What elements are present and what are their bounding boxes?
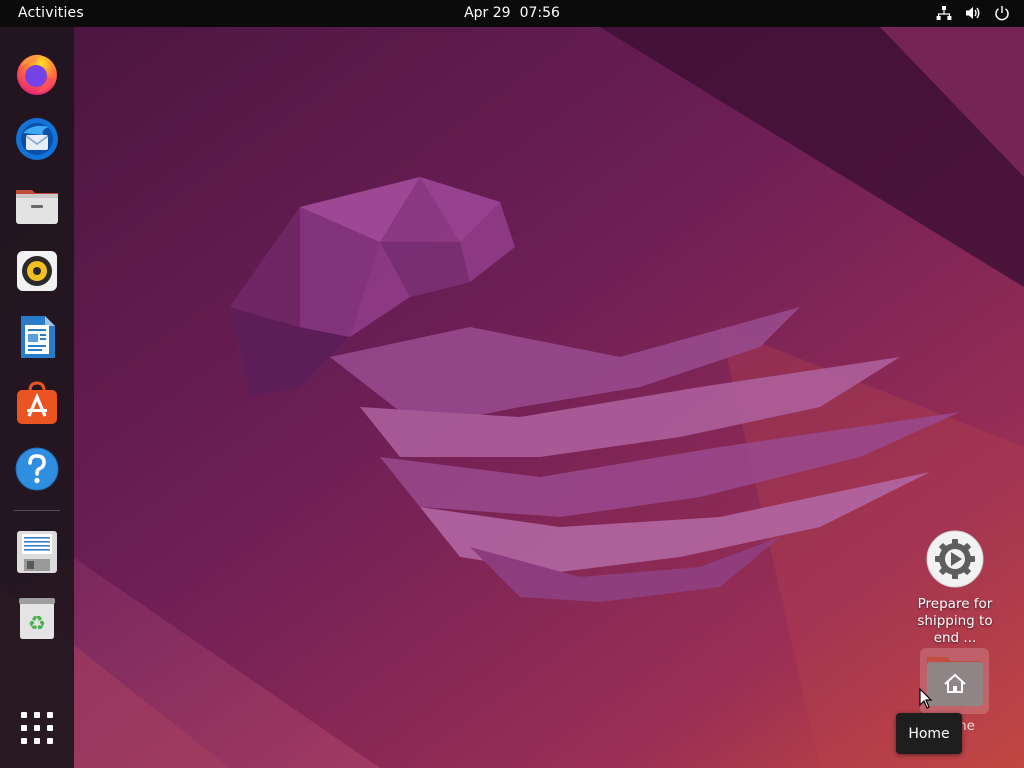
tooltip: Home — [896, 713, 962, 754]
top-bar: Activities Apr 29 07:56 — [0, 0, 1024, 27]
power-icon[interactable] — [994, 5, 1010, 21]
trash-icon: ♻ — [19, 598, 55, 639]
dock-item-thunderbird[interactable] — [13, 115, 61, 163]
network-icon[interactable] — [936, 5, 952, 21]
writer-icon — [21, 316, 55, 358]
desktop-icon-prepare-shipping[interactable]: Prepare for shipping to end ... — [905, 530, 1005, 647]
floppy-icon — [17, 531, 57, 573]
clock-time: 07:56 — [519, 5, 560, 21]
mouse-pointer-icon — [919, 688, 933, 709]
firefox-icon — [17, 54, 57, 95]
dock-item-files[interactable] — [13, 181, 61, 229]
clock-date: Apr 29 — [464, 5, 511, 21]
tooltip-text: Home — [908, 725, 950, 742]
settings-gear-play-icon — [926, 530, 984, 588]
dock-item-software[interactable] — [13, 379, 61, 427]
dock-separator — [14, 510, 60, 511]
dock-item-rhythmbox[interactable] — [13, 247, 61, 295]
clock[interactable]: Apr 29 07:56 — [0, 5, 1024, 21]
rhythmbox-icon — [17, 251, 57, 291]
files-icon — [16, 190, 58, 224]
dock-item-show-applications[interactable] — [13, 704, 61, 752]
dock-item-installer[interactable] — [13, 528, 61, 576]
dock-item-firefox[interactable] — [13, 49, 61, 97]
desktop-wallpaper — [0, 27, 1024, 768]
system-tray[interactable] — [936, 5, 1010, 21]
software-center-icon — [17, 381, 57, 424]
dock-item-help[interactable] — [13, 445, 61, 493]
help-icon — [15, 447, 59, 491]
thunderbird-icon — [16, 118, 58, 160]
dock-item-trash[interactable]: ♻ — [13, 594, 61, 642]
app-grid-icon — [21, 712, 53, 744]
volume-icon[interactable] — [965, 5, 981, 21]
dock: ♻ — [0, 27, 74, 768]
dock-item-writer[interactable] — [13, 313, 61, 361]
prepare-shipping-label: Prepare for shipping to end ... — [917, 596, 993, 646]
svg-text:♻: ♻ — [28, 611, 46, 635]
